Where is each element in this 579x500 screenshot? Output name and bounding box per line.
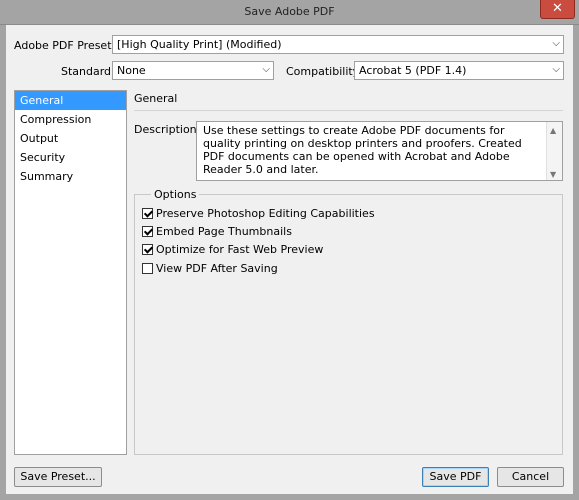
checkmark-icon[interactable]	[142, 208, 153, 219]
standard-label: Standard:	[61, 65, 115, 78]
window-frame-bottom	[0, 494, 579, 500]
sidebar-item-general[interactable]: General	[15, 91, 126, 110]
compatibility-value: Acrobat 5 (PDF 1.4)	[359, 64, 467, 77]
sidebar-item-summary[interactable]: Summary	[15, 167, 126, 186]
cancel-button[interactable]: Cancel	[497, 467, 564, 487]
sidebar-item-compression[interactable]: Compression	[15, 110, 126, 129]
description-scrollbar[interactable]: ▲ ▼	[546, 122, 562, 180]
preset-label: Adobe PDF Preset:	[14, 39, 116, 52]
options-legend: Options	[151, 188, 200, 201]
sidebar-item-security[interactable]: Security	[15, 148, 126, 167]
preset-value: [High Quality Print] (Modified)	[117, 38, 282, 51]
scroll-up-icon[interactable]: ▲	[550, 124, 556, 137]
checkbox-empty-icon[interactable]	[142, 263, 153, 274]
standard-select[interactable]: None ⌵	[112, 61, 274, 80]
compatibility-label: Compatibility:	[286, 65, 363, 78]
checkmark-icon[interactable]	[142, 226, 153, 237]
panel-title: General	[134, 92, 178, 105]
preserve-editing-label: Preserve Photoshop Editing Capabilities	[156, 207, 375, 220]
fast-web-preview-label: Optimize for Fast Web Preview	[156, 243, 324, 256]
preset-select[interactable]: [High Quality Print] (Modified) ⌵	[112, 35, 564, 54]
standard-value: None	[117, 64, 146, 77]
embed-thumbnails-label: Embed Page Thumbnails	[156, 225, 292, 238]
section-list: General Compression Output Security Summ…	[14, 90, 127, 455]
embed-thumbnails-checkbox[interactable]: Embed Page Thumbnails	[142, 225, 292, 239]
window-frame-right	[573, 25, 579, 500]
title-bar: Save Adobe PDF ✕	[0, 0, 579, 25]
chevron-down-icon: ⌵	[262, 64, 270, 75]
panel-divider	[134, 110, 563, 111]
window-frame-left	[0, 25, 6, 500]
checkmark-icon[interactable]	[142, 244, 153, 255]
chevron-down-icon: ⌵	[552, 38, 560, 49]
view-pdf-label: View PDF After Saving	[156, 262, 278, 275]
description-text: Use these settings to create Adobe PDF d…	[196, 121, 563, 181]
description-value: Use these settings to create Adobe PDF d…	[203, 124, 522, 176]
preserve-editing-checkbox[interactable]: Preserve Photoshop Editing Capabilities	[142, 207, 375, 221]
sidebar-item-output[interactable]: Output	[15, 129, 126, 148]
fast-web-preview-checkbox[interactable]: Optimize for Fast Web Preview	[142, 243, 323, 257]
close-icon[interactable]: ✕	[540, 0, 575, 19]
scroll-down-icon[interactable]: ▼	[550, 168, 556, 181]
chevron-down-icon: ⌵	[552, 64, 560, 75]
description-label: Description:	[134, 123, 201, 136]
save-preset-button[interactable]: Save Preset...	[14, 467, 102, 487]
window-title: Save Adobe PDF	[244, 5, 335, 18]
save-pdf-button[interactable]: Save PDF	[422, 467, 489, 487]
compatibility-select[interactable]: Acrobat 5 (PDF 1.4) ⌵	[354, 61, 564, 80]
view-pdf-checkbox[interactable]: View PDF After Saving	[142, 262, 278, 276]
